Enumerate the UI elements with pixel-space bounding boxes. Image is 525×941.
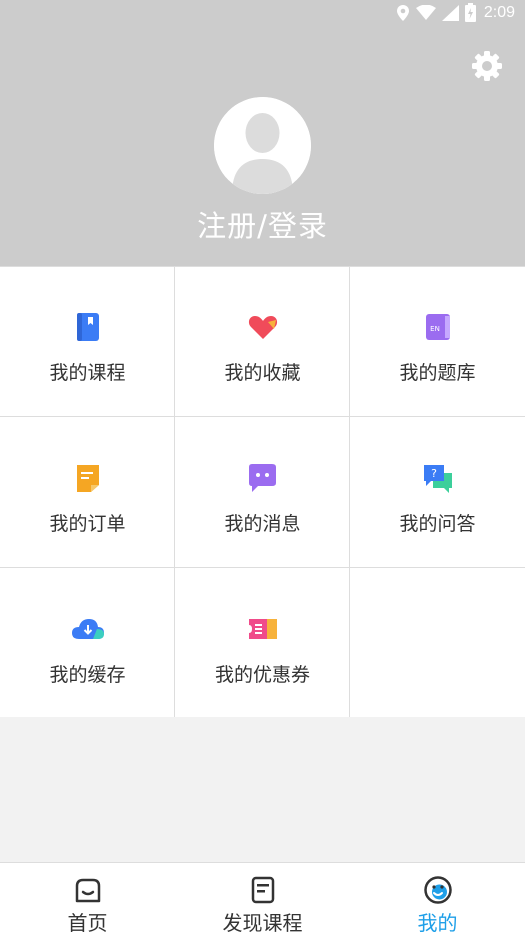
menu-item-my-orders[interactable]: 我的订单 — [0, 417, 175, 568]
profile-face-icon — [423, 876, 452, 904]
wifi-icon — [415, 4, 436, 20]
download-cloud-icon — [71, 619, 104, 639]
tab-home[interactable]: 首页 — [0, 863, 175, 941]
register-login-link[interactable]: 注册/登录 — [0, 203, 525, 245]
menu-item-label: 我的缓存 — [49, 664, 126, 686]
menu-item-my-downloads[interactable]: 我的缓存 — [0, 568, 175, 719]
tab-label: 首页 — [67, 911, 108, 935]
menu-item-my-coupons[interactable]: 我的优惠券 — [175, 568, 350, 719]
favorite-heart-icon — [248, 316, 277, 339]
qa-bubble-icon: ? — [423, 465, 452, 493]
course-book-icon — [76, 313, 99, 341]
grid-divider — [0, 416, 525, 417]
tab-label: 发现课程 — [222, 911, 303, 935]
menu-grid: 我的课程 我的收藏 EN 我的题库 我的订单 我的消息 ? 我的问答 我的缓存 … — [0, 266, 525, 717]
menu-item-label: 我的问答 — [399, 513, 476, 535]
message-bubble-icon — [248, 464, 276, 492]
signal-icon — [441, 4, 459, 21]
menu-item-my-qa[interactable]: ? 我的问答 — [350, 417, 525, 568]
menu-item-label: 我的课程 — [49, 362, 126, 384]
grid-divider — [174, 266, 175, 717]
discover-courses-icon — [251, 876, 274, 904]
battery-icon — [464, 3, 476, 22]
status-bar: 2:09 — [0, 0, 525, 27]
status-time: 2:09 — [483, 3, 515, 21]
menu-item-my-courses[interactable]: 我的课程 — [0, 266, 175, 417]
menu-item-label: 我的消息 — [224, 513, 301, 535]
home-icon — [75, 878, 100, 903]
status-icons: 2:09 — [396, 3, 515, 22]
location-icon — [396, 4, 409, 21]
tab-label: 我的 — [417, 911, 458, 935]
menu-item-label: 我的订单 — [49, 513, 126, 535]
profile-header: 注册/登录 — [0, 27, 525, 266]
menu-item-label: 我的收藏 — [224, 362, 301, 384]
bottom-tab-bar: 首页 发现课程 我的 — [0, 862, 525, 941]
svg-text:?: ? — [431, 467, 437, 480]
grid-divider — [0, 567, 525, 568]
tab-me[interactable]: 我的 — [350, 863, 525, 941]
coupon-ticket-icon — [248, 619, 277, 639]
grid-divider — [0, 266, 525, 267]
tab-discover-courses[interactable]: 发现课程 — [175, 863, 350, 941]
svg-text:EN: EN — [430, 325, 440, 333]
menu-item-my-messages[interactable]: 我的消息 — [175, 417, 350, 568]
order-note-icon — [76, 465, 99, 492]
avatar[interactable] — [214, 97, 311, 194]
menu-item-my-favorites[interactable]: 我的收藏 — [175, 266, 350, 417]
default-avatar-icon — [214, 97, 311, 194]
grid-divider — [349, 266, 350, 717]
menu-item-label: 我的题库 — [399, 362, 476, 384]
menu-item-label: 我的优惠券 — [214, 664, 310, 686]
menu-item-my-question-bank[interactable]: EN 我的题库 — [350, 266, 525, 417]
question-bank-icon: EN — [425, 314, 450, 340]
settings-gear-icon[interactable] — [470, 49, 504, 83]
